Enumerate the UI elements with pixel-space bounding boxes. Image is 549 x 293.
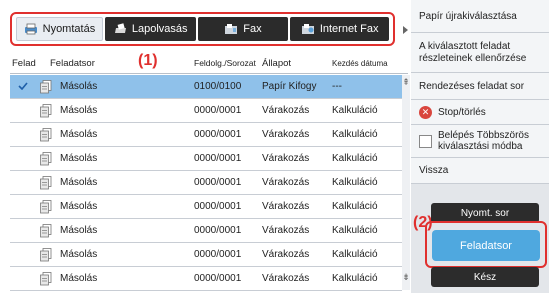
tab-internet-fax-label: Internet Fax <box>319 23 379 35</box>
copy-document-icon <box>40 248 52 262</box>
cell-status: Várakozás <box>262 273 310 284</box>
cell-count: 0000/0001 <box>194 177 242 188</box>
back-button[interactable]: Vissza <box>411 158 549 184</box>
cell-start: Kalkuláció <box>332 153 378 164</box>
cell-start: Kalkuláció <box>332 105 378 116</box>
scroll-up-icon[interactable]: ⇞ <box>402 77 410 88</box>
col-header-job: Felad <box>12 57 36 69</box>
cell-start: Kalkuláció <box>332 249 378 260</box>
cell-start: Kalkuláció <box>332 177 378 188</box>
copy-document-icon <box>40 80 52 94</box>
cell-status: Várakozás <box>262 249 310 260</box>
cell-status: Várakozás <box>262 153 310 164</box>
tab-print[interactable]: Nyomtatás <box>16 17 103 41</box>
table-row[interactable]: Másolás 0000/0001 Várakozás Kalkuláció <box>10 195 402 219</box>
internet-fax-icon <box>301 23 315 35</box>
check-selected-job-button[interactable]: A kiválasztott feladat részleteinek elle… <box>411 33 549 73</box>
cell-queue: Másolás <box>60 81 98 92</box>
table-scrollbar[interactable] <box>402 75 410 290</box>
cell-count: 0000/0001 <box>194 129 242 140</box>
cell-status: Várakozás <box>262 105 310 116</box>
cell-start: Kalkuláció <box>332 129 378 140</box>
cell-queue: Másolás <box>60 153 98 164</box>
copy-document-icon <box>40 104 52 118</box>
priority-button[interactable]: Rendezéses feladat sor <box>411 73 549 100</box>
col-header-start: Kezdés dátuma <box>332 58 388 68</box>
job-queue-button[interactable]: Feladatsor <box>432 230 540 261</box>
check-icon <box>18 82 28 90</box>
tab-scan[interactable]: Lapolvasás <box>104 17 196 41</box>
cell-queue: Másolás <box>60 201 98 212</box>
done-button[interactable]: Kész <box>431 267 539 287</box>
tabs-scroll-right-icon[interactable] <box>403 26 408 34</box>
cell-count: 0100/0100 <box>194 81 242 92</box>
tab-fax[interactable]: Fax <box>197 17 289 41</box>
scroll-down-icon[interactable]: ⇟ <box>402 272 410 283</box>
stop-icon: ✕ <box>419 105 432 119</box>
cell-start: Kalkuláció <box>332 225 378 236</box>
cell-count: 0000/0001 <box>194 273 242 284</box>
cell-queue: Másolás <box>60 105 98 116</box>
tab-print-label: Nyomtatás <box>42 23 96 35</box>
printer-icon <box>24 23 38 35</box>
col-header-queue: Feladatsor <box>50 57 95 69</box>
cell-status: Várakozás <box>262 225 310 236</box>
annotation-1: (1) <box>138 52 158 69</box>
col-header-status: Állapot <box>262 57 292 69</box>
cell-queue: Másolás <box>60 225 98 236</box>
copy-document-icon <box>40 200 52 214</box>
copy-document-icon <box>40 176 52 190</box>
table-row[interactable]: Másolás 0000/0001 Várakozás Kalkuláció <box>10 243 402 267</box>
cell-count: 0000/0001 <box>194 105 242 116</box>
table-row[interactable]: Másolás 0000/0001 Várakozás Kalkuláció <box>10 147 402 171</box>
multi-select-checkbox[interactable] <box>419 134 432 148</box>
copy-document-icon <box>40 128 52 142</box>
print-queue-button[interactable]: Nyomt. sor <box>431 203 539 223</box>
paper-reselect-button[interactable]: Papír újrakiválasztása <box>411 0 549 33</box>
stop-delete-label: Stop/törlés <box>438 106 486 118</box>
job-type-tabs: Nyomtatás Lapolvasás Fax Internet Fax <box>10 12 395 46</box>
cell-status: Papír Kifogy <box>262 81 317 92</box>
cell-status: Várakozás <box>262 201 310 212</box>
cell-queue: Másolás <box>60 249 98 260</box>
table-row[interactable]: Másolás 0000/0001 Várakozás Kalkuláció <box>10 219 402 243</box>
cell-queue: Másolás <box>60 129 98 140</box>
cell-status: Várakozás <box>262 177 310 188</box>
table-row[interactable]: Másolás 0000/0001 Várakozás Kalkuláció <box>10 171 402 195</box>
cell-start: --- <box>332 81 342 92</box>
cell-status: Várakozás <box>262 129 310 140</box>
fax-icon <box>224 23 238 35</box>
stop-delete-button[interactable]: ✕ Stop/törlés <box>411 100 549 125</box>
table-row[interactable]: Másolás 0000/0001 Várakozás Kalkuláció <box>10 123 402 147</box>
cell-count: 0000/0001 <box>194 249 242 260</box>
cell-count: 0000/0001 <box>194 153 242 164</box>
cell-count: 0000/0001 <box>194 201 242 212</box>
copy-document-icon <box>40 272 52 286</box>
cell-start: Kalkuláció <box>332 273 378 284</box>
multi-select-button[interactable]: Belépés Többszörös kiválasztási módba <box>411 125 549 158</box>
copy-document-icon <box>40 152 52 166</box>
cell-queue: Másolás <box>60 177 98 188</box>
cell-start: Kalkuláció <box>332 201 378 212</box>
scanner-icon <box>113 23 127 35</box>
table-row[interactable]: Másolás 0000/0001 Várakozás Kalkuláció <box>10 267 402 291</box>
multi-select-label: Belépés Többszörös kiválasztási módba <box>438 130 529 152</box>
table-row[interactable]: Másolás 0100/0100 Papír Kifogy --- <box>10 75 402 99</box>
cell-queue: Másolás <box>60 273 98 284</box>
tab-scan-label: Lapolvasás <box>131 23 188 35</box>
col-header-count: Feldolg./Sorozat <box>194 58 256 68</box>
cell-count: 0000/0001 <box>194 225 242 236</box>
table-header: Felad Feladatsor Feldolg./Sorozat Állapo… <box>10 52 408 74</box>
copy-document-icon <box>40 224 52 238</box>
tab-fax-label: Fax <box>243 23 262 35</box>
tab-internet-fax[interactable]: Internet Fax <box>290 17 389 41</box>
table-row[interactable]: Másolás 0000/0001 Várakozás Kalkuláció <box>10 99 402 123</box>
